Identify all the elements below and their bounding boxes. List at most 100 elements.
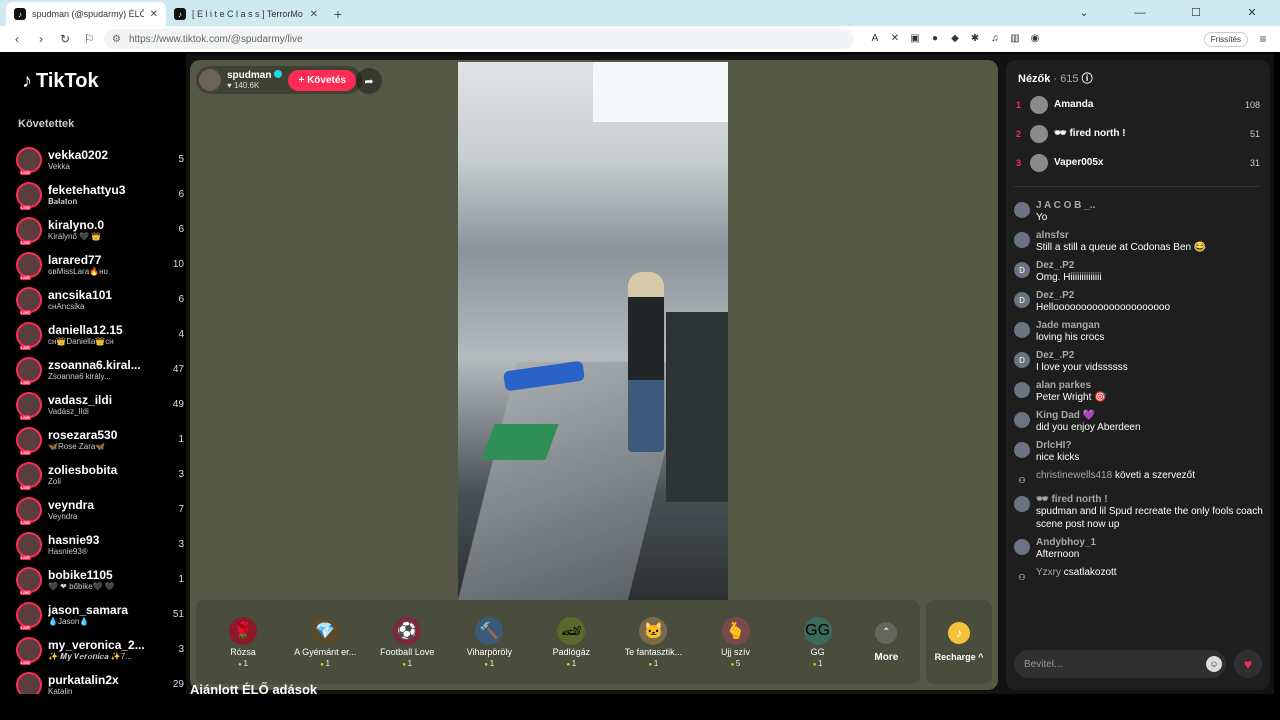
avatar[interactable] bbox=[1014, 496, 1030, 512]
avatar[interactable]: D bbox=[1014, 352, 1030, 368]
heart-icon[interactable]: ♥ bbox=[1234, 650, 1262, 678]
sidebar-following-item[interactable]: feketehattyu3𝐁𝐚𝐥𝐚𝐭𝐨𝐧 6 bbox=[16, 177, 184, 212]
chat-username[interactable]: 🕶 fired north ! bbox=[1036, 494, 1264, 505]
back-icon[interactable]: ‹ bbox=[8, 32, 26, 46]
browser-tab[interactable]: ♪ [ E l i t e C l a s s ] TerrorMo ✕ bbox=[166, 2, 326, 26]
more-gifts-button[interactable]: ⌃ More bbox=[859, 621, 914, 663]
sidebar-following-item[interactable]: purkatalin2xKatalin 29 bbox=[16, 667, 184, 694]
avatar[interactable] bbox=[1014, 412, 1030, 428]
profile-icon[interactable]: ◉ bbox=[1028, 32, 1042, 46]
gift-item[interactable]: ⚽Football Love 1 bbox=[366, 616, 448, 668]
maximize-icon[interactable]: ☐ bbox=[1168, 0, 1224, 26]
chat-username[interactable]: Andybhoy_1 bbox=[1036, 537, 1096, 548]
chat-username[interactable]: Dez_.P2 bbox=[1036, 350, 1128, 361]
chat-username[interactable]: alan parkes bbox=[1036, 380, 1107, 391]
chat-username[interactable]: Jade mangan bbox=[1036, 320, 1104, 331]
emoji-icon[interactable]: ☺ bbox=[1206, 656, 1222, 672]
gift-item[interactable]: 🐱Te fantasztik... 1 bbox=[612, 616, 694, 668]
gift-item[interactable]: 🫰Ujj szív 5 bbox=[694, 616, 776, 668]
sidebar-following-item[interactable]: my_veronica_2...✨ 𝑴𝒚 𝑽𝒆𝒓𝒐𝒏𝒊𝒄𝒂 ✨7... 3 bbox=[16, 632, 184, 667]
sidebar-following-item[interactable]: zoliesbobitaZoli 3 bbox=[16, 457, 184, 492]
viewer-count: 4 bbox=[178, 329, 184, 340]
update-button[interactable]: Frissítés bbox=[1203, 31, 1248, 47]
extension-icon[interactable]: ● bbox=[928, 32, 942, 46]
sidebar-following-item[interactable]: veyndraVeyndra 7 bbox=[16, 492, 184, 527]
follow-button[interactable]: + Követés bbox=[288, 69, 356, 91]
close-window-icon[interactable]: ✕ bbox=[1224, 0, 1280, 26]
recharge-button[interactable]: ♪ Recharge ^ bbox=[926, 600, 992, 684]
sidebar-following-item[interactable]: kiralyno.0Királynő 🖤 👑 6 bbox=[16, 212, 184, 247]
following-subtitle: Királynő 🖤 👑 bbox=[48, 232, 102, 241]
avatar[interactable] bbox=[1014, 322, 1030, 338]
sidebar-following-item[interactable]: daniella12.15ᴄʜ👑Daniella👑ᴄʜ 4 bbox=[16, 317, 184, 352]
sidebar-following-item[interactable]: ancsika101ᴄʜAncsika 6 bbox=[16, 282, 184, 317]
extension-icon[interactable]: ◆ bbox=[948, 32, 962, 46]
avatar[interactable] bbox=[1014, 539, 1030, 555]
sidebar-following-item[interactable]: rosezara530🦋Rose Zara🦋 1 bbox=[16, 422, 184, 457]
sidebar-following-item[interactable]: zsoanna6.kiral...Zsoanna6 király... 47 bbox=[16, 352, 184, 387]
puzzle-icon[interactable]: ✱ bbox=[968, 32, 982, 46]
avatar[interactable]: D bbox=[1014, 292, 1030, 308]
close-icon[interactable]: ✕ bbox=[150, 9, 158, 20]
info-icon[interactable]: ⓘ bbox=[1082, 73, 1093, 85]
following-name: zsoanna6.kiral... bbox=[48, 358, 141, 372]
chat-input[interactable] bbox=[1014, 650, 1226, 678]
avatar[interactable]: D bbox=[1014, 262, 1030, 278]
gift-item[interactable]: 💎A Gyémánt er... 1 bbox=[284, 616, 366, 668]
avatar[interactable] bbox=[1014, 382, 1030, 398]
gift-item[interactable]: 🏎Padlógáz 1 bbox=[530, 616, 612, 668]
following-subtitle: 🖤 ❤ bőbike🖤 🖤 bbox=[48, 582, 115, 591]
close-icon[interactable]: ✕ bbox=[310, 9, 318, 20]
site-info-icon[interactable]: ⚙ bbox=[112, 34, 121, 45]
browser-tab-active[interactable]: ♪ spudman (@spudarmy) ÉLŐ a ✕ bbox=[6, 2, 166, 26]
sidebar-following-item[interactable]: bobike1105🖤 ❤ bőbike🖤 🖤 1 bbox=[16, 562, 184, 597]
chat-username[interactable]: J A C O B _.. bbox=[1036, 200, 1095, 211]
chat-username[interactable]: Dez_.P2 bbox=[1036, 260, 1102, 271]
sidebar-following-item[interactable]: vadasz_ildiVadász_Ildi 49 bbox=[16, 387, 184, 422]
address-bar[interactable]: ⚙ https://www.tiktok.com/@spudarmy/live bbox=[104, 29, 854, 49]
chat-username[interactable]: Yzxry bbox=[1036, 567, 1061, 578]
following-header: Követettek bbox=[18, 118, 75, 130]
sidebar-following-item[interactable]: larared77ɢʙMissLara🔥ʜᴜ 10 bbox=[16, 247, 184, 282]
gift-item[interactable]: 🔨Viharpöröly 1 bbox=[448, 616, 530, 668]
avatar bbox=[16, 321, 42, 350]
chat-username[interactable]: alnsfsr bbox=[1036, 230, 1206, 241]
avatar[interactable] bbox=[1014, 232, 1030, 248]
tab-list-icon[interactable]: ⌄ bbox=[1056, 0, 1112, 26]
avatar[interactable] bbox=[1014, 202, 1030, 218]
new-tab-button[interactable]: + bbox=[326, 2, 350, 26]
top-viewer-row[interactable]: 3 Vaper005x 31 bbox=[1016, 148, 1260, 177]
translate-icon[interactable]: A bbox=[868, 32, 882, 46]
chat-username[interactable]: Dez_.P2 bbox=[1036, 290, 1170, 301]
avatar[interactable] bbox=[199, 69, 221, 91]
bookmark-icon[interactable]: ⚐ bbox=[80, 32, 98, 46]
music-icon[interactable]: ♫ bbox=[988, 32, 1002, 46]
share-icon[interactable]: ➦ bbox=[356, 68, 382, 94]
live-video[interactable] bbox=[458, 62, 728, 600]
menu-icon[interactable]: ≡ bbox=[1254, 32, 1272, 46]
top-viewer-row[interactable]: 1 Amanda 108 bbox=[1016, 90, 1260, 119]
avatar bbox=[16, 356, 42, 385]
minimize-icon[interactable]: — bbox=[1112, 0, 1168, 26]
tiktok-logo[interactable]: ♪ TikTok bbox=[22, 70, 99, 93]
chat-username[interactable]: DrlcHI? bbox=[1036, 440, 1079, 451]
top-viewer-row[interactable]: 2 🕶 fired north ! 51 bbox=[1016, 119, 1260, 148]
viewer-count: 6 bbox=[178, 294, 184, 305]
sidebar-following-item[interactable]: jason_samara💧Jason💧 51 bbox=[16, 597, 184, 632]
sidebar-icon[interactable]: ▥ bbox=[1008, 32, 1022, 46]
sidebar-following-item[interactable]: vekka0202Vekka 5 bbox=[16, 142, 184, 177]
host-card[interactable]: spudman ♥ 140.6K + Követés bbox=[196, 66, 362, 94]
gift-item[interactable]: 🌹Rózsa 1 bbox=[202, 616, 284, 668]
sidebar-following-item[interactable]: hasnie93Hasnie93® 3 bbox=[16, 527, 184, 562]
chat-username[interactable]: christinewells418 bbox=[1036, 470, 1112, 481]
extension-icon[interactable]: ▣ bbox=[908, 32, 922, 46]
gift-item[interactable]: GGGG 1 bbox=[777, 616, 859, 668]
reload-icon[interactable]: ↻ bbox=[56, 32, 74, 46]
avatar[interactable] bbox=[1014, 442, 1030, 458]
extension-icon[interactable]: ✕ bbox=[888, 32, 902, 46]
gift-cost: 1 bbox=[484, 659, 494, 668]
gift-cost: 1 bbox=[566, 659, 576, 668]
forward-icon[interactable]: › bbox=[32, 32, 50, 46]
chat-username[interactable]: King Dad 💜 bbox=[1036, 410, 1141, 421]
viewers-header[interactable]: Nézők · 615 ⓘ bbox=[1018, 70, 1093, 86]
